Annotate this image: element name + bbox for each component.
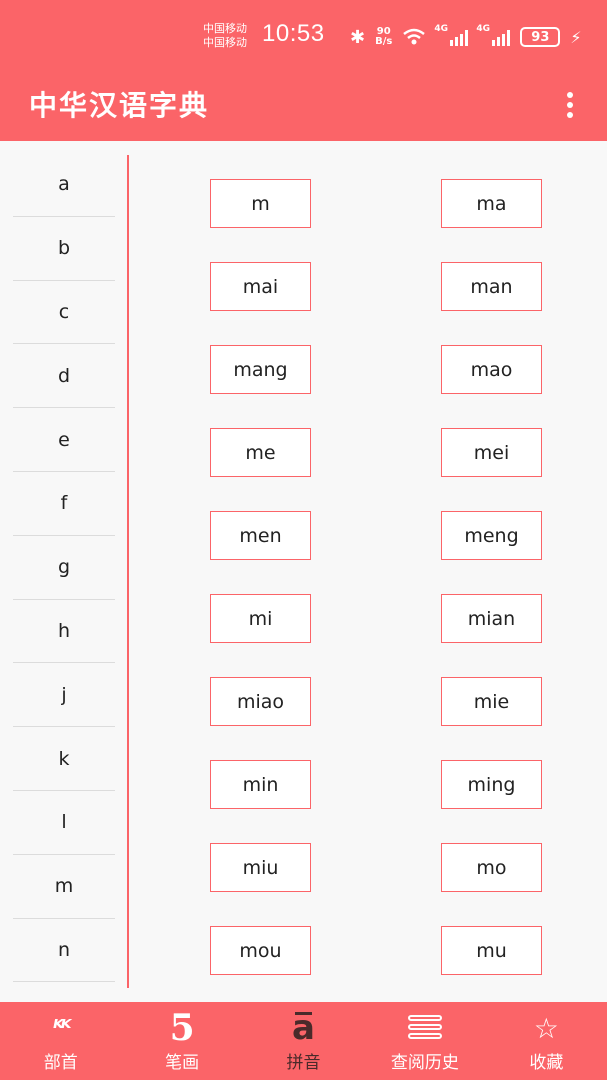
pinyin-icon: a [292, 1008, 315, 1048]
syllable-button-mie[interactable]: mie [441, 677, 542, 726]
list-divider [127, 155, 129, 988]
syllable-button-me[interactable]: me [210, 428, 311, 477]
letter-item-f[interactable]: f [13, 472, 115, 536]
syllable-button-mao[interactable]: mao [441, 345, 542, 394]
syllable-button-mai[interactable]: mai [210, 262, 311, 311]
letter-item-l[interactable]: l [13, 791, 115, 855]
stroke-icon: 5 [169, 1007, 195, 1049]
syllable-button-mang[interactable]: mang [210, 345, 311, 394]
syllable-button-mi[interactable]: mi [210, 594, 311, 643]
syllable-button-mei[interactable]: mei [441, 428, 542, 477]
tab-label: 查阅历史 [390, 1053, 459, 1073]
app-title: 中华汉语字典 [29, 89, 210, 122]
signal-1-icon: 4G [434, 24, 469, 46]
syllable-button-mou[interactable]: mou [210, 926, 311, 975]
letter-item-n[interactable]: n [13, 919, 115, 983]
syllable-button-ming[interactable]: ming [441, 760, 542, 809]
tab-label: 笔画 [165, 1053, 200, 1073]
tab-pinyin[interactable]: a 拼音 [243, 1002, 364, 1080]
syllable-grid: m ma mai man mang mao me mei men meng mi mian miao mi… [210, 179, 542, 975]
history-icon [407, 1015, 442, 1041]
tab-label: 收藏 [529, 1053, 564, 1073]
more-vert-icon[interactable] [560, 88, 580, 122]
charging-icon: ⚡ [570, 27, 582, 47]
letter-item-j[interactable]: j [13, 663, 115, 728]
app-bar: 中华汉语字典 [0, 70, 607, 141]
battery-icon: 93 [520, 27, 561, 47]
tab-label: 部首 [43, 1053, 78, 1073]
tab-radical[interactable]: ᴷᴷ 部首 [0, 1002, 121, 1080]
bluetooth-icon: ✱ [350, 26, 366, 48]
syllable-button-mian[interactable]: mian [441, 594, 542, 643]
letter-item-m[interactable]: m [13, 855, 115, 919]
letter-item-c[interactable]: c [13, 281, 115, 345]
syllable-button-min[interactable]: min [210, 760, 311, 809]
letter-item-k[interactable]: k [13, 727, 115, 791]
syllable-button-mu[interactable]: mu [441, 926, 542, 975]
radical-icon: ᴷᴷ [52, 1015, 72, 1041]
syllable-button-mo[interactable]: mo [441, 843, 542, 892]
syllable-button-miu[interactable]: miu [210, 843, 311, 892]
syllable-button-m[interactable]: m [210, 179, 311, 228]
system-icons: ✱ 90 B/s 4G 4G 93 ⚡ [350, 22, 582, 52]
syllable-button-ma[interactable]: ma [441, 179, 542, 228]
syllable-button-man[interactable]: man [441, 262, 542, 311]
carrier-2: 中国移动 [203, 36, 247, 49]
carrier-1: 中国移动 [203, 22, 247, 35]
status-bar: 中国移动 中国移动 10:53 ✱ 90 B/s 4G 4G 93 ⚡ [0, 0, 607, 70]
letter-item-g[interactable]: g [13, 536, 115, 600]
letter-item-e[interactable]: e [13, 408, 115, 472]
letter-item-d[interactable]: d [13, 344, 115, 409]
syllable-button-men[interactable]: men [210, 511, 311, 560]
letter-item-h[interactable]: h [13, 600, 115, 664]
tab-favorite[interactable]: ☆ 收藏 [486, 1002, 607, 1080]
clock: 10:53 [262, 20, 325, 47]
wifi-icon [403, 28, 426, 45]
favorite-icon: ☆ [533, 1011, 559, 1045]
syllable-button-miao[interactable]: miao [210, 677, 311, 726]
tab-history[interactable]: 查阅历史 [364, 1002, 485, 1080]
tab-stroke[interactable]: 5 笔画 [121, 1002, 242, 1080]
tab-label: 拼音 [286, 1053, 321, 1073]
syllable-button-meng[interactable]: meng [441, 511, 542, 560]
bottom-nav: ᴷᴷ 部首 5 笔画 a 拼音 查阅历史 ☆ 收藏 [0, 1002, 607, 1080]
letter-index-list: abcdefghjklmn [13, 153, 115, 983]
letter-item-a[interactable]: a [13, 153, 115, 217]
net-speed: 90 B/s [375, 26, 393, 47]
letter-item-b[interactable]: b [13, 217, 115, 281]
carrier-info: 中国移动 中国移动 [203, 22, 247, 50]
signal-2-icon: 4G [476, 24, 511, 46]
